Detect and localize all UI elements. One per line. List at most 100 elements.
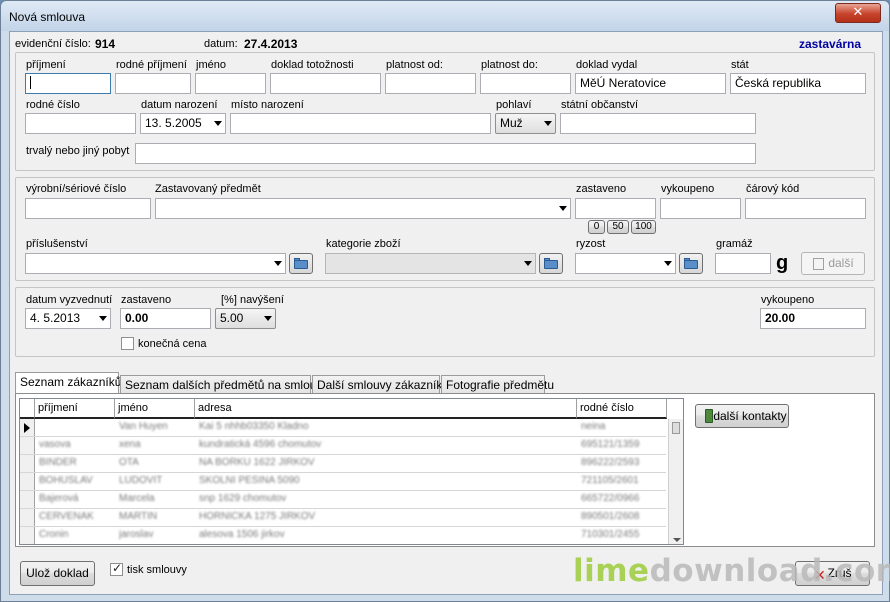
rodne-prijmeni-input[interactable]: [115, 73, 191, 94]
jmeno-input[interactable]: [195, 73, 266, 94]
col-adresa[interactable]: adresa: [195, 399, 577, 419]
grid-corner: [20, 399, 35, 419]
tab-fotografie[interactable]: Fotografie předmětu: [441, 375, 554, 394]
table-row[interactable]: Van Huyen Kai 5 nhhb03350 Kladno neina: [20, 419, 666, 437]
table-cell: Marcela: [119, 493, 155, 504]
platnost-do-input[interactable]: [480, 73, 571, 94]
zastaveno-input[interactable]: [575, 198, 656, 219]
evidencni-value: 914: [95, 37, 116, 51]
open-folder-icon[interactable]: [289, 253, 313, 274]
table-row[interactable]: vasova xena kundratická 4596 chomutov 69512…: [20, 437, 666, 455]
table-cell: Bajerová: [39, 493, 79, 504]
kategorie-select[interactable]: [325, 253, 536, 274]
watermark-logo: limedownload.com: [573, 553, 890, 589]
tab-zakaznici[interactable]: Seznam zákazníků: [15, 372, 121, 394]
table-cell: vasova: [39, 439, 71, 450]
konecna-checkbox[interactable]: [121, 337, 134, 350]
gram-unit: g: [776, 252, 789, 274]
terms-panel: datum vyzvednutí 4. 5.2013 zastaveno 0.0…: [15, 287, 875, 357]
tisk-checkbox[interactable]: [110, 561, 123, 576]
customer-panel: příjmení rodné příjmení jméno doklad tot…: [15, 52, 875, 171]
prijmeni-label: příjmení: [26, 59, 66, 71]
pohlavi-value: Muž: [500, 116, 523, 130]
terms-vykoupeno-label: vykoupeno: [761, 294, 815, 306]
table-row[interactable]: Cronin jaroslav alesova 1506 jirkov 710301/…: [20, 527, 666, 544]
datum-narozeni-value: 13. 5.2005: [145, 116, 202, 130]
chevron-down-icon: [559, 206, 567, 211]
grid-scrollbar[interactable]: [668, 419, 683, 544]
table-cell: LUDOVIT: [119, 475, 163, 486]
datum-narozeni-picker[interactable]: 13. 5.2005: [140, 113, 226, 134]
col-jmeno[interactable]: jméno: [115, 399, 195, 419]
vyzvednuti-picker[interactable]: 4. 5.2013: [25, 308, 111, 329]
table-cell: 721105/2601: [581, 475, 639, 486]
datum-value: 27.4.2013: [244, 37, 298, 51]
save-icon: [813, 258, 824, 270]
terms-vykoupeno-input[interactable]: 20.00: [760, 308, 866, 329]
dialog-client: evidenční číslo: 914 datum: 27.4.2013 za…: [9, 31, 883, 595]
dalsi-button[interactable]: další: [801, 252, 865, 275]
open-folder-icon[interactable]: [539, 253, 563, 274]
seriove-input[interactable]: [25, 198, 151, 219]
tab-dalsi-smlouvy[interactable]: Další smlouvy zákazníka: [312, 375, 449, 394]
table-cell: HORNICKA 1275 JIRKOV: [199, 511, 316, 522]
stat-input[interactable]: Česká republika: [730, 73, 866, 94]
table-cell: Van Huyen: [119, 421, 168, 432]
doklad-vydal-input[interactable]: MěÚ Neratovice: [575, 73, 726, 94]
doklad-label: doklad totožnosti: [271, 59, 354, 71]
col-prijmeni[interactable]: příjmení: [35, 399, 115, 419]
carovy-input[interactable]: [745, 198, 866, 219]
table-cell: BINDER: [39, 457, 77, 468]
table-cell: 695121/1359: [581, 439, 640, 450]
pobyt-input[interactable]: [135, 143, 756, 164]
misto-narozeni-input[interactable]: [230, 113, 491, 134]
close-button[interactable]: ✕: [835, 3, 881, 23]
quick-50-button[interactable]: 50: [607, 220, 629, 234]
vyzvednuti-label: datum vyzvednutí: [26, 294, 113, 306]
scroll-down-icon[interactable]: [673, 538, 681, 542]
doklad-vydal-label: doklad vydal: [576, 59, 638, 71]
obcanstvi-label: státní občanství: [561, 99, 639, 111]
quick-100-button[interactable]: 100: [631, 220, 656, 234]
vykoupeno-input[interactable]: [660, 198, 741, 219]
predmet-select[interactable]: [155, 198, 571, 219]
ryzost-select[interactable]: [575, 253, 676, 274]
rodne-cislo-input[interactable]: [25, 113, 136, 134]
table-row[interactable]: BINDER OTA NA BORKU 1622 JIRKOV 896222/2593: [20, 455, 666, 473]
platnost-od-input[interactable]: [385, 73, 476, 94]
watermark-part2: download: [649, 553, 823, 589]
table-cell: 710301/2455: [581, 529, 640, 540]
watermark-part1: lime: [573, 553, 650, 589]
tab-dalsi-predmety[interactable]: Seznam dalších předmětů na smlouvě: [120, 375, 329, 394]
customers-grid[interactable]: příjmení jméno adresa rodné číslo Van Hu…: [19, 398, 684, 545]
doklad-input[interactable]: [270, 73, 381, 94]
navyseni-select[interactable]: 5.00: [215, 308, 276, 329]
chevron-down-icon: [264, 316, 272, 321]
obcanstvi-input[interactable]: [560, 113, 756, 134]
misto-narozeni-label: místo narození: [231, 99, 304, 111]
scroll-thumb[interactable]: [672, 422, 680, 434]
col-rodne-cislo[interactable]: rodné číslo: [577, 399, 667, 419]
prijmeni-input[interactable]: [25, 73, 111, 94]
terms-zastaveno-input[interactable]: 0.00: [120, 308, 211, 329]
gramaz-input[interactable]: [715, 253, 771, 274]
uloz-doklad-button[interactable]: Ulož doklad: [20, 561, 95, 586]
table-cell: CERVENAK: [39, 511, 94, 522]
dalsi-kontakty-button[interactable]: další kontakty: [695, 404, 789, 428]
pohlavi-select[interactable]: Muž: [495, 113, 556, 134]
open-folder-icon[interactable]: [679, 253, 703, 274]
table-cell: Cronin: [39, 529, 69, 540]
table-row[interactable]: Bajerová Marcela snp 1629 chomutov 665722/0…: [20, 491, 666, 509]
title-bar[interactable]: Nová smlouva ✕: [1, 1, 889, 31]
table-cell: 896222/2593: [581, 457, 640, 468]
phone-icon: [705, 409, 713, 423]
evidencni-label: evidenční číslo:: [15, 38, 91, 50]
chevron-down-icon: [214, 121, 222, 126]
navyseni-label: [%] navýšení: [221, 294, 284, 306]
table-row[interactable]: BOHUSLAV LUDOVIT SKOLNI PESINA 5090 721105/…: [20, 473, 666, 491]
table-cell: xena: [119, 439, 141, 450]
prislusenstvi-select[interactable]: [25, 253, 286, 274]
table-row[interactable]: CERVENAK MARTIN HORNICKA 1275 JIRKOV 890501…: [20, 509, 666, 527]
quick-0-button[interactable]: 0: [588, 220, 605, 234]
dialog-window: Nová smlouva ✕ evidenční číslo: 914 datu…: [0, 0, 890, 602]
